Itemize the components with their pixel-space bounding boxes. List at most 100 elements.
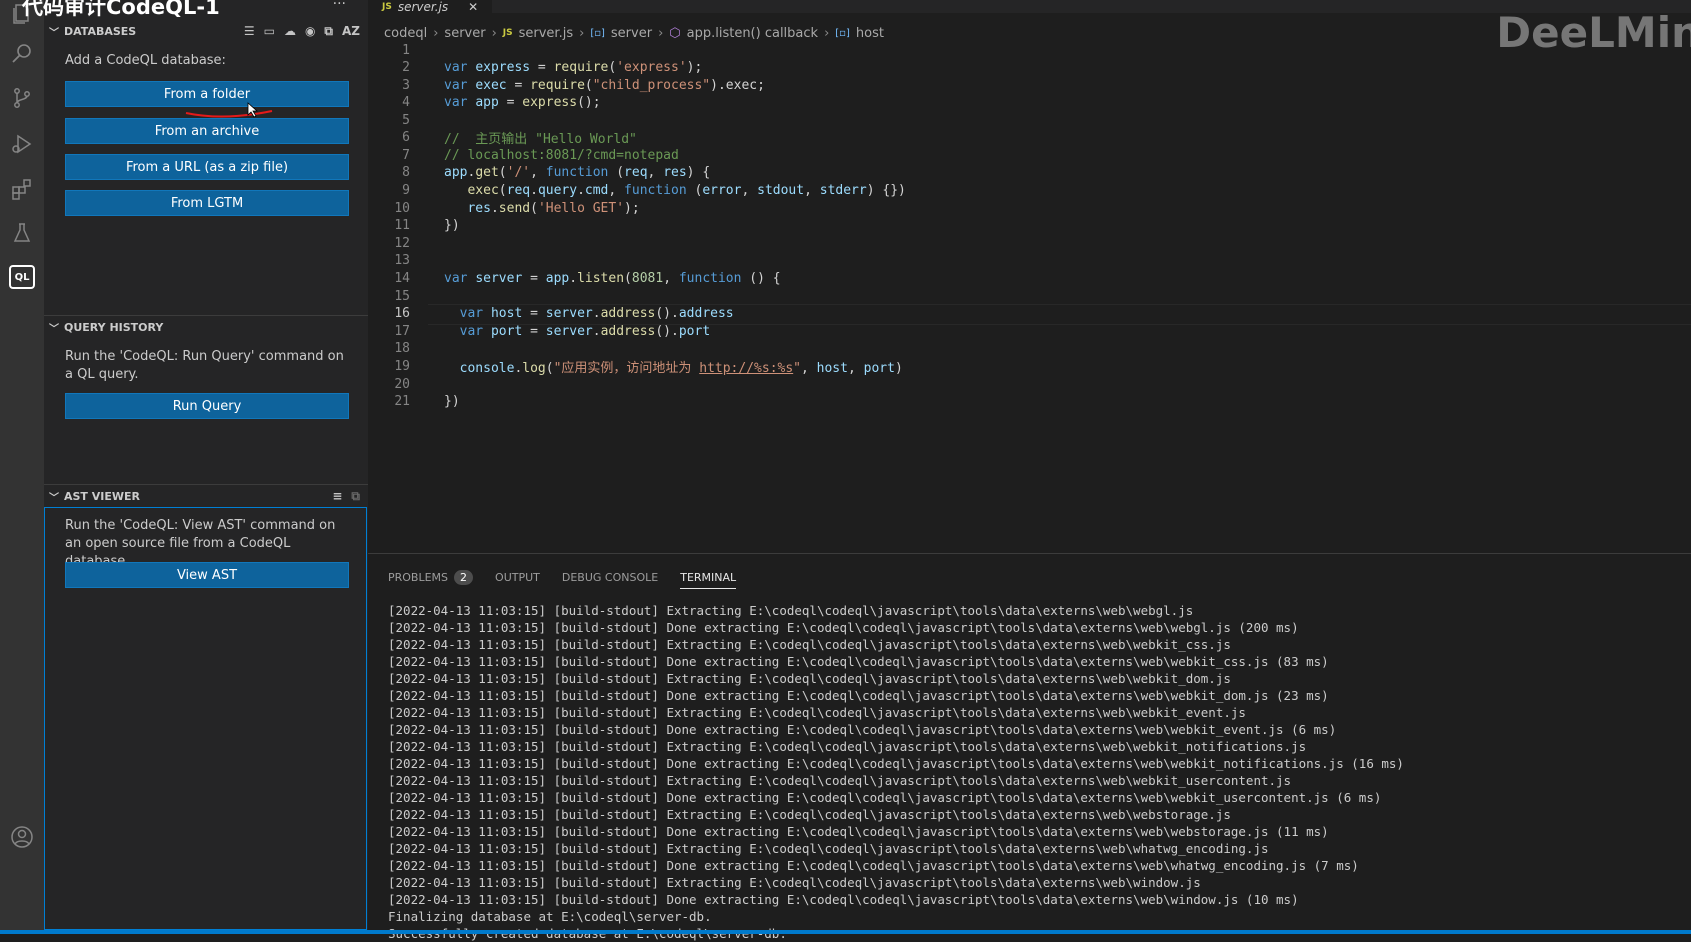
cloud-icon[interactable]: ☁ [284, 24, 296, 39]
terminal-line: [2022-04-13 11:03:15] [build-stdout] Ext… [388, 671, 1231, 686]
chevron-right-icon: › [658, 25, 664, 41]
code-line: 14 var server = app.listen(8081, function… [368, 269, 780, 288]
terminal-line: [2022-04-13 11:03:15] [build-stdout] Don… [388, 722, 1337, 737]
terminal-line: [2022-04-13 11:03:15] [build-stdout] Ext… [388, 637, 1231, 652]
line-number: 3 [402, 78, 410, 93]
folder-icon[interactable]: ▭ [264, 24, 275, 39]
ast-viewer-actions: ≡ ⧉ [332, 489, 360, 504]
query-history-section-header[interactable]: ﹀ QUERY HISTORY [44, 316, 368, 338]
terminal-line: [2022-04-13 11:03:15] [build-stdout] Don… [388, 756, 1404, 771]
line-number: 10 [394, 201, 410, 216]
tab-output[interactable]: OUTPUT [495, 566, 540, 588]
chevron-down-icon: ﹀ [49, 492, 59, 504]
from-archive-button[interactable]: From an archive [65, 118, 349, 144]
chevron-right-icon: › [824, 25, 830, 41]
overlay-title: 代码审计CodeQL-1 [22, 0, 220, 19]
terminal-line: [2022-04-13 11:03:15] [build-stdout] Don… [388, 654, 1329, 669]
github-icon[interactable]: ◉ [305, 24, 315, 39]
breadcrumb-item[interactable]: host [856, 26, 884, 41]
problems-count-badge: 2 [454, 569, 474, 585]
databases-intro: Add a CodeQL database: [65, 53, 226, 68]
databases-actions: ☰ ▭ ☁ ◉ ⧉ AZ [244, 24, 360, 39]
breadcrumb-item[interactable]: server [611, 26, 652, 41]
code-line: 6// 主页输出 "Hello World" [368, 128, 637, 147]
terminal-line: [2022-04-13 11:03:15] [build-stdout] Don… [388, 892, 1299, 907]
terminal-line: [2022-04-13 11:03:15] [build-stdout] Ext… [388, 705, 1246, 720]
terminal-line: [2022-04-13 11:03:15] [build-stdout] Don… [388, 620, 1299, 635]
codeql-label: QL [9, 265, 35, 289]
tab-terminal[interactable]: TERMINAL [680, 566, 737, 589]
search-icon[interactable] [8, 40, 36, 68]
sort-button[interactable]: AZ [342, 24, 360, 39]
terminal-line: [2022-04-13 11:03:15] [build-stdout] Don… [388, 688, 1329, 703]
js-file-icon: JS [382, 1, 392, 12]
code-line: 19 console.log("应用实例，访问地址为 http://%s:%s"… [368, 357, 902, 376]
code-line: 13 [368, 251, 444, 270]
run-query-button[interactable]: Run Query [65, 393, 349, 419]
source-control-icon[interactable] [8, 84, 36, 112]
testing-icon[interactable] [8, 219, 36, 247]
tab-label: OUTPUT [495, 570, 540, 584]
chevron-right-icon: › [579, 25, 585, 41]
line-number: 21 [394, 394, 410, 409]
function-icon: ⬡ [669, 25, 681, 41]
account-icon[interactable] [8, 823, 36, 851]
line-number: 14 [394, 271, 410, 286]
tab-filename: server.js [397, 0, 449, 14]
code-line: 2 var express = require('express'); [368, 58, 702, 77]
line-number: 6 [402, 130, 410, 145]
terminal-line: [2022-04-13 11:03:15] [build-stdout] Ext… [388, 603, 1194, 618]
databases-section-header[interactable]: ﹀ DATABASES ☰ ▭ ☁ ◉ ⧉ AZ [44, 20, 368, 42]
more-actions-button[interactable]: ··· [333, 0, 346, 12]
breadcrumb-item[interactable]: server.js [519, 26, 573, 41]
run-debug-icon[interactable] [8, 130, 36, 158]
line-number: 18 [394, 341, 410, 356]
ast-viewer-section-header[interactable]: ﹀ AST VIEWER ≡ ⧉ [44, 485, 368, 507]
clear-icon[interactable]: ≡ [332, 489, 342, 504]
activity-bar: QL [0, 0, 44, 934]
variable-icon: [▫] [835, 27, 850, 39]
breadcrumb-item[interactable]: server [444, 26, 485, 41]
editor-area: JS server.js ✕ codeql › server › JS serv… [368, 0, 1691, 552]
breadcrumb: codeql › server › JS server.js › [▫] ser… [384, 22, 884, 44]
code-line: 8 app.get('/', function (req, res) { [368, 163, 710, 182]
code-line: 21}) [368, 392, 459, 411]
breadcrumb-item[interactable]: app.listen() callback [687, 26, 818, 41]
tab-problems[interactable]: PROBLEMS 2 [388, 566, 474, 588]
tab-server-js[interactable]: JS server.js ✕ [368, 0, 493, 14]
code-line: 16 var host = server.address().address [368, 304, 733, 323]
chevron-right-icon: › [433, 25, 439, 41]
tab-label: TERMINAL [680, 570, 737, 584]
breadcrumb-item[interactable]: codeql [384, 26, 427, 41]
line-number: 19 [394, 359, 410, 374]
close-icon[interactable]: ✕ [468, 0, 478, 14]
tab-label: DEBUG CONSOLE [561, 570, 659, 584]
terminal-line: [2022-04-13 11:03:15] [build-stdout] Ext… [388, 875, 1201, 890]
line-number: 4 [402, 95, 410, 110]
from-url-button[interactable]: From a URL (as a zip file) [65, 154, 349, 180]
line-number: 15 [394, 289, 410, 304]
line-number: 5 [402, 113, 410, 128]
collapse-icon[interactable]: ⧉ [351, 489, 360, 504]
view-ast-button[interactable]: View AST [65, 562, 349, 588]
query-history-text: Run the 'CodeQL: Run Query' command on a… [65, 349, 344, 382]
query-history-title: QUERY HISTORY [64, 320, 164, 334]
terminal-line: [2022-04-13 11:03:15] [build-stdout] Don… [388, 824, 1329, 839]
line-number: 11 [394, 218, 410, 233]
code-line: 11}) [368, 216, 459, 235]
list-icon[interactable]: ☰ [244, 24, 255, 39]
databases-title: DATABASES [64, 24, 137, 38]
status-bar [0, 930, 1691, 934]
from-lgtm-button[interactable]: From LGTM [65, 190, 349, 216]
chevron-down-icon: ﹀ [49, 323, 59, 335]
line-number: 8 [402, 165, 410, 180]
code-line: 9 exec(req.query.cmd, function (error, s… [368, 181, 906, 200]
codeql-icon[interactable]: QL [8, 263, 36, 291]
window-icon[interactable]: ⧉ [324, 24, 333, 39]
codeql-sidebar: 代码审计CodeQL-1 ··· ﹀ DATABASES ☰ ▭ ☁ ◉ ⧉ A… [22, 0, 368, 934]
extensions-icon[interactable] [8, 175, 36, 203]
terminal-line: [2022-04-13 11:03:15] [build-stdout] Ext… [388, 739, 1307, 754]
line-number: 16 [394, 306, 410, 321]
terminal-line: [2022-04-13 11:03:15] [build-stdout] Don… [388, 790, 1382, 805]
tab-debug-console[interactable]: DEBUG CONSOLE [562, 566, 658, 588]
